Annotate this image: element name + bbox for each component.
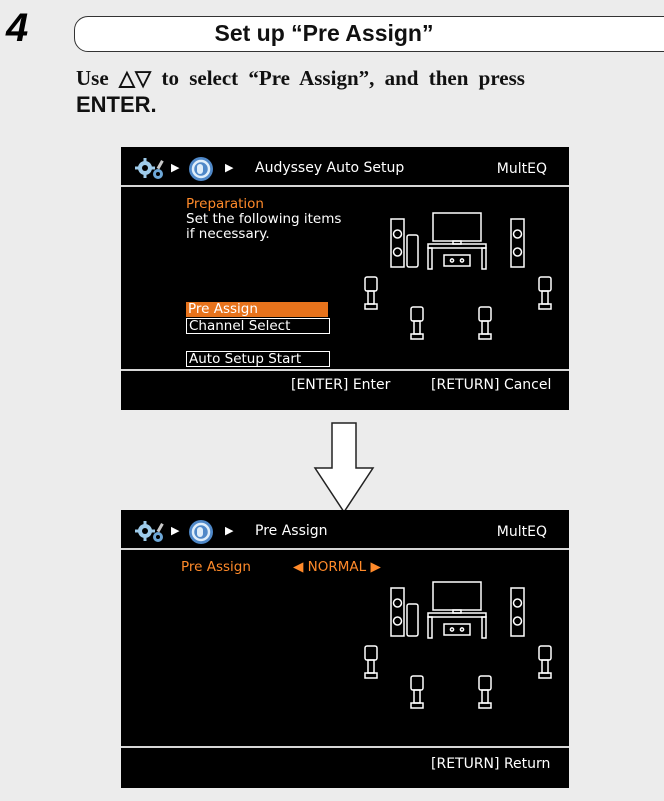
- menu-item-channel-select[interactable]: Channel Select: [186, 318, 330, 334]
- breadcrumb-arrow-icon: ▶: [225, 161, 234, 174]
- screen-audyssey-preparation: ▶ ▶ Audyssey Auto Setup MultEQ Preparati…: [121, 147, 569, 410]
- menu-item-pre-assign[interactable]: Pre Assign: [186, 302, 328, 317]
- breadcrumb: Pre Assign: [255, 523, 328, 539]
- screen-topbar: ▶ ▶ Pre Assign MultEQ: [121, 510, 569, 552]
- pre-assign-value-selector[interactable]: ◀ NORMAL ▶: [293, 560, 381, 575]
- breadcrumb-arrow-icon: ▶: [171, 524, 180, 537]
- down-arrow-icon: [313, 422, 375, 514]
- instruction-line-2: ENTER.: [76, 92, 157, 117]
- multeq-label: MultEQ: [496, 524, 547, 540]
- pre-assign-label: Pre Assign: [181, 559, 251, 575]
- menu-item-auto-setup-start[interactable]: Auto Setup Start: [186, 351, 330, 367]
- preparation-text: if necessary.: [186, 226, 270, 242]
- step-title: Set up “Pre Assign”: [214, 20, 434, 46]
- speaker-layout-diagram: [364, 212, 552, 340]
- breadcrumb-arrow-icon: ▶: [171, 161, 180, 174]
- speaker-layout-diagram: [364, 581, 552, 709]
- audyssey-mic-icon: [189, 520, 213, 544]
- breadcrumb-arrow-icon: ▶: [225, 524, 234, 537]
- screen-topbar: ▶ ▶ Audyssey Auto Setup MultEQ: [121, 147, 569, 189]
- divider: [121, 369, 569, 371]
- step-number: 4: [6, 6, 29, 50]
- divider: [121, 548, 569, 550]
- divider: [121, 746, 569, 748]
- divider: [121, 185, 569, 187]
- multeq-label: MultEQ: [496, 161, 547, 177]
- footer-return-hint: [RETURN] Return: [431, 756, 551, 772]
- breadcrumb: Audyssey Auto Setup: [255, 160, 405, 176]
- audyssey-mic-icon: [189, 157, 213, 181]
- footer-return-hint: [RETURN] Cancel: [431, 377, 552, 393]
- instruction-line-1: Use △▽ to select “Pre Assign”, and then …: [76, 66, 525, 90]
- footer-enter-hint: [ENTER] Enter: [291, 377, 391, 393]
- preparation-heading: Preparation: [186, 196, 264, 212]
- screen-pre-assign: ▶ ▶ Pre Assign MultEQ Pre Assign ◀ NORMA…: [121, 510, 569, 788]
- gear-icon: [135, 158, 164, 179]
- preparation-text: Set the following items: [186, 211, 342, 227]
- gear-icon: [135, 521, 164, 542]
